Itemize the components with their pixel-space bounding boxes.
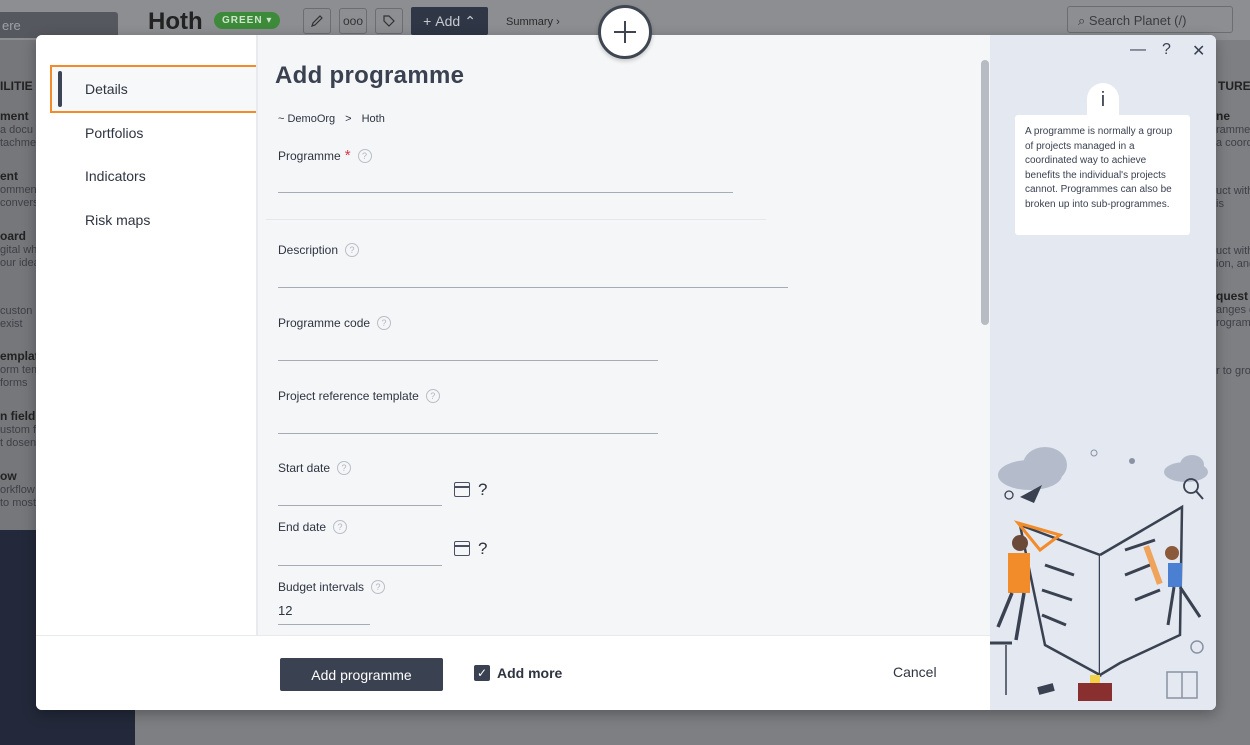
calendar-icon[interactable]: [454, 541, 470, 556]
sidebar-item-indicators[interactable]: Indicators: [85, 168, 146, 184]
dialog-footer: Add programme ✓ Add more Cancel: [36, 635, 990, 710]
bg-right-snippet: uct with is: [1216, 185, 1250, 210]
programme-label-text: Programme: [278, 148, 341, 163]
sidebar-item-details[interactable]: [50, 65, 260, 113]
required-marker: *: [344, 147, 351, 164]
section-divider: [266, 219, 766, 220]
help-icon[interactable]: ?: [377, 316, 392, 330]
cancel-button[interactable]: Cancel: [893, 664, 937, 680]
breadcrumb-separator: >: [345, 113, 352, 125]
bg-left-snippet: oard gital wh our idea: [0, 229, 40, 270]
summary-label: Summary: [506, 16, 554, 28]
plus-icon: [614, 21, 636, 43]
bg-right-snippet: uct withion, and: [1216, 245, 1250, 270]
help-icon[interactable]: ?: [425, 389, 440, 403]
budget-intervals-value[interactable]: 12: [278, 603, 292, 618]
dialog-title: Add programme: [275, 62, 465, 89]
search-placeholder: Search Planet (/): [1088, 13, 1187, 28]
calendar-icon[interactable]: [454, 482, 470, 497]
form-panel: [256, 35, 990, 635]
tag-icon: [383, 15, 395, 27]
more-button[interactable]: ooo: [339, 8, 367, 34]
programme-input[interactable]: [278, 192, 733, 193]
help-icon[interactable]: ?: [333, 520, 348, 534]
dialog-sidebar: Details Portfolios Indicators Risk maps: [36, 35, 260, 635]
add-programme-dialog: Details Portfolios Indicators Risk maps …: [36, 35, 1216, 710]
add-more-label[interactable]: Add more: [497, 665, 562, 681]
info-panel: — ? ✕ i A programme is normally a group …: [990, 35, 1216, 710]
programme-code-label: Programme code?: [278, 316, 392, 330]
add-programme-button[interactable]: Add programme: [280, 658, 443, 691]
add-menu-button[interactable]: + Add ⌃: [411, 7, 488, 35]
start-date-unknown[interactable]: ?: [478, 480, 487, 500]
bg-left-snippet: n field ustom fi t dosen: [0, 409, 39, 450]
start-date-label: Start date?: [278, 461, 352, 475]
search-icon: ⌕: [1078, 13, 1086, 28]
budget-intervals-label-text: Budget intervals: [278, 580, 365, 594]
bg-left-snippet: custon exist: [0, 305, 33, 330]
quick-add-button[interactable]: [598, 5, 652, 59]
page-title: Hoth: [148, 8, 203, 35]
add-more-checkbox[interactable]: ✓: [474, 665, 490, 681]
breadcrumb: ~ DemoOrg > Hoth: [278, 113, 385, 125]
end-date-label-text: End date: [278, 520, 327, 534]
bg-right-snippet: questanges crogram: [1216, 289, 1250, 330]
start-date-label-text: Start date: [278, 461, 331, 475]
plus-icon: +: [423, 13, 432, 29]
reference-template-label: Project reference template?: [278, 389, 440, 403]
sidebar-item-portfolios[interactable]: Portfolios: [85, 125, 143, 141]
form-scrollbar[interactable]: [981, 60, 989, 325]
chevron-up-icon: ⌃: [464, 12, 476, 29]
summary-link[interactable]: Summary ›: [506, 16, 560, 28]
description-label-text: Description: [278, 243, 339, 257]
bg-left-snippet: ow orkflow to most: [0, 469, 37, 510]
book-illustration: [990, 447, 1208, 701]
start-date-input[interactable]: [278, 505, 442, 506]
end-date-unknown[interactable]: ?: [478, 539, 487, 559]
more-icon: ooo: [342, 14, 364, 28]
programme-label: Programme *?: [278, 147, 372, 164]
bg-left-snippet: emplat orm tem forms: [0, 349, 41, 390]
active-indicator: [58, 71, 62, 107]
help-icon[interactable]: ?: [371, 580, 386, 594]
breadcrumb-org[interactable]: ~ DemoOrg: [278, 113, 335, 125]
budget-intervals-label: Budget intervals?: [278, 580, 386, 594]
bg-right-snippet: r to gro: [1216, 365, 1250, 377]
budget-intervals-input[interactable]: [278, 624, 370, 625]
status-badge-label: GREEN: [222, 15, 263, 26]
sidebar-item-label[interactable]: Details: [85, 81, 128, 97]
help-icon[interactable]: ?: [357, 148, 372, 163]
breadcrumb-planet[interactable]: Hoth: [362, 113, 385, 125]
bg-right-snippet: TURE: [1218, 79, 1250, 93]
reference-template-label-text: Project reference template: [278, 389, 419, 403]
edit-button[interactable]: [303, 8, 331, 34]
pencil-icon: [311, 15, 323, 27]
help-icon[interactable]: ?: [337, 461, 352, 475]
description-input[interactable]: [278, 287, 788, 288]
bg-right-snippet: ne ramme a coord: [1216, 109, 1250, 150]
planet-search-input[interactable]: ⌕ Search Planet (/): [1067, 6, 1233, 33]
checkmark-icon: ✓: [476, 666, 488, 680]
end-date-label: End date?: [278, 520, 348, 534]
help-icon[interactable]: ?: [345, 243, 360, 257]
reference-template-input[interactable]: [278, 433, 658, 434]
bg-left-snippet: ILITIE: [0, 79, 33, 93]
programme-code-input[interactable]: [278, 360, 658, 361]
bg-left-snippet: ent omment convers: [0, 169, 40, 210]
programme-code-label-text: Programme code: [278, 316, 371, 330]
description-label: Description?: [278, 243, 360, 257]
sidebar-item-risk-maps[interactable]: Risk maps: [85, 212, 150, 228]
end-date-input[interactable]: [278, 565, 442, 566]
add-label: Add: [435, 13, 461, 29]
bg-left-snippet: ment a docu tachme: [0, 109, 37, 150]
status-badge[interactable]: GREEN ▾: [214, 12, 281, 29]
tag-button[interactable]: [375, 8, 403, 34]
